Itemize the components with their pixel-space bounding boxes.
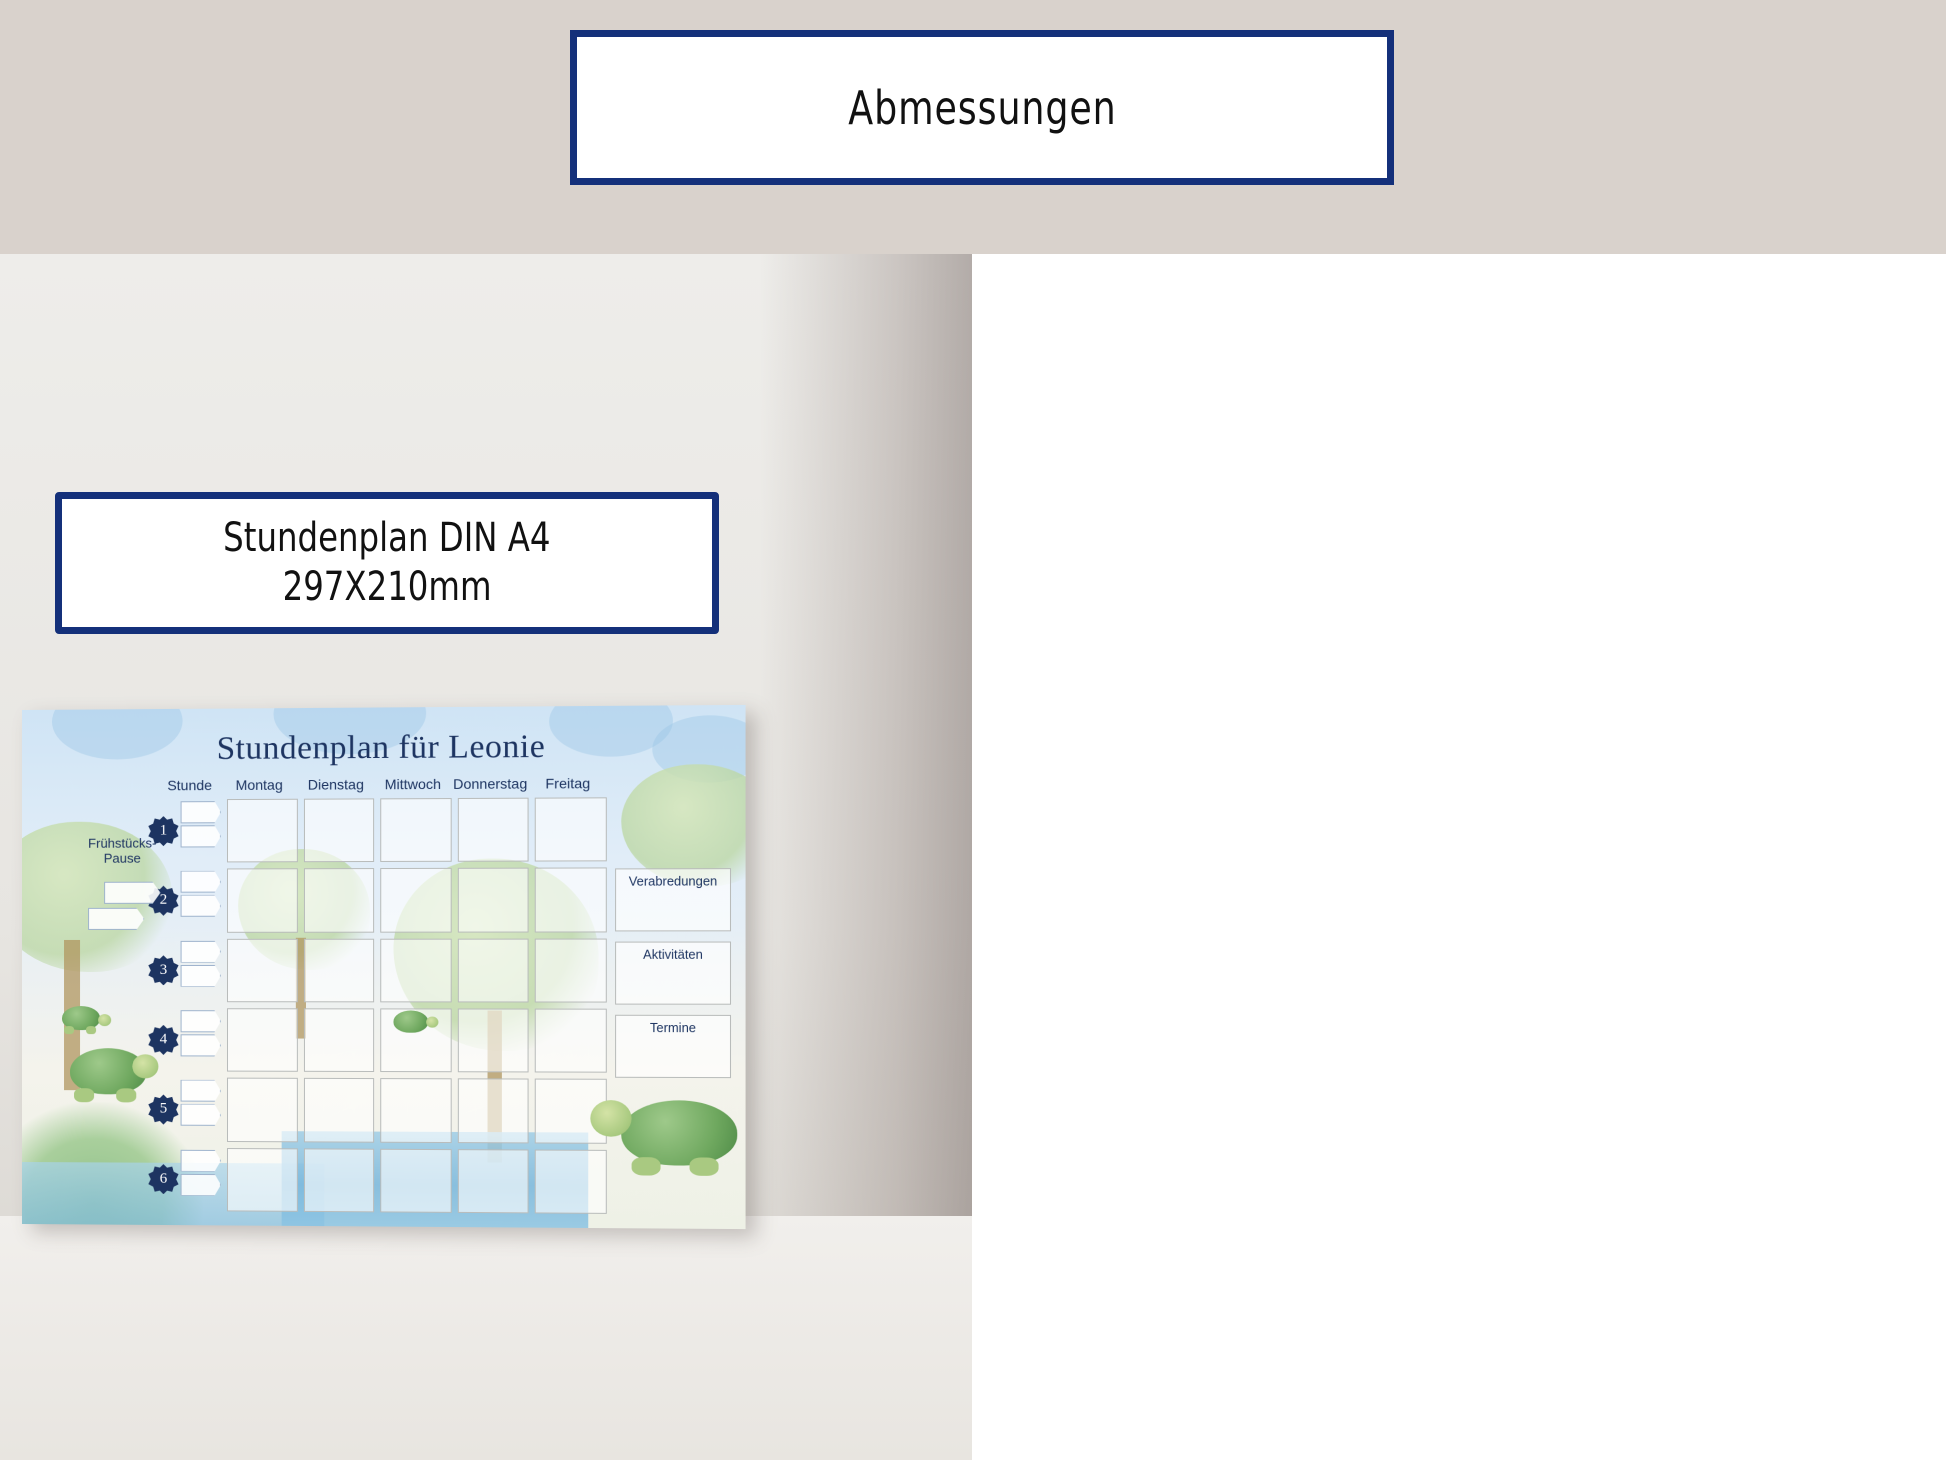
turtle-large-left: [54, 1038, 164, 1108]
left-section-title-box: Stundenplan DIN A4 297X210mm: [55, 492, 719, 634]
timetable-cell: [535, 938, 607, 1003]
hour-tag-bottom: [181, 1034, 221, 1056]
hour-tag-top: [181, 801, 221, 823]
side-box-aktivitaeten: Aktivitäten: [615, 941, 732, 1005]
timetable-cell: [457, 1078, 529, 1144]
hour-tag-top: [181, 1149, 221, 1171]
breakfast-break-line2: Pause: [103, 850, 141, 867]
timetable-cell: [380, 868, 452, 933]
hour-tag-bottom: [181, 895, 221, 917]
poster-title: Stundenplan für Leonie: [216, 728, 546, 767]
timetable-hour-cell: 5: [158, 1078, 221, 1142]
timetable-cell: [457, 1148, 529, 1214]
right-product-panel: Stundenplan-Kärtchen 2,7x2,7cm ABCDeutsc…: [972, 254, 1946, 1460]
timetable-cell: [303, 1148, 375, 1213]
timetable-cell: [303, 1008, 375, 1073]
timetable-cell: [457, 1008, 529, 1073]
hour-tag-bottom: [181, 965, 221, 987]
left-section-title: Stundenplan DIN A4: [223, 515, 551, 562]
hour-tag-bottom: [181, 1104, 221, 1126]
timetable-cell: [226, 868, 298, 933]
left-product-panel: Stundenplan DIN A4 297X210mm Stundenplan…: [0, 254, 972, 1460]
timetable-poster: Stundenplan für Leonie Stunde Montag Die…: [22, 704, 746, 1230]
hour-tag-bottom: [181, 825, 221, 847]
side-box-verabredungen: Verabredungen: [615, 868, 732, 932]
timetable-cell: [380, 798, 452, 863]
timetable-cell: [226, 938, 298, 1003]
timetable-hour-cell: 6: [158, 1147, 221, 1211]
header-band: Abmessungen: [0, 0, 1946, 254]
left-section-dimensions: 297X210mm: [282, 564, 492, 610]
timetable-grid: 123456: [158, 797, 607, 1214]
timetable-cell: [380, 938, 452, 1003]
column-header-stunde: Stunde: [167, 777, 213, 794]
column-header-dienstag: Dienstag: [307, 776, 364, 793]
timetable-hour-cell: 3: [158, 939, 221, 1003]
poster-side-boxes: Verabredungen Aktivitäten Termine: [615, 868, 732, 1088]
breakfast-break-label: Frühstücks- Pause: [74, 835, 170, 867]
turtle-small-mid: [385, 1006, 442, 1038]
timetable-cell: [457, 797, 529, 863]
column-header-donnerstag: Donnerstag: [453, 775, 528, 792]
header-title-box: Abmessungen: [570, 30, 1394, 185]
turtle-large-right: [586, 1082, 745, 1185]
timetable-cell: [303, 1078, 375, 1143]
breakfast-tag-a: [104, 882, 160, 904]
turtle-small-left: [52, 1002, 112, 1036]
breakfast-break-line1: Frühstücks-: [88, 835, 157, 851]
hour-tag-bottom: [181, 1174, 221, 1196]
column-header-montag: Montag: [235, 776, 283, 793]
timetable-cell: [303, 798, 375, 863]
timetable-cell: [457, 867, 529, 933]
hour-tag-top: [181, 941, 221, 963]
side-box-termine: Termine: [615, 1014, 732, 1079]
timetable-cell: [380, 1148, 452, 1213]
timetable-cell: [535, 1008, 607, 1074]
hour-tag-top: [181, 1080, 221, 1102]
timetable-cell: [535, 867, 607, 933]
timetable-hour-cell: 2: [158, 869, 221, 933]
timetable-cell: [303, 868, 375, 933]
timetable-cell: [226, 1008, 298, 1073]
wall-shadow: [760, 254, 972, 1216]
timetable-cell: [535, 797, 607, 862]
timetable-cell: [226, 1147, 298, 1212]
page-title: Abmessungen: [847, 80, 1117, 135]
timetable-cell: [303, 938, 375, 1003]
timetable-hour-cell: 4: [158, 1008, 221, 1072]
hour-tag-top: [181, 1010, 221, 1032]
breakfast-tag-b: [88, 908, 144, 930]
timetable-cell: [380, 1078, 452, 1143]
timetable-column-headers: Stunde Montag Dienstag Mittwoch Donnerst…: [158, 775, 606, 793]
floor-background: [0, 1216, 972, 1460]
hour-tag-top: [181, 871, 221, 893]
timetable-cell: [457, 938, 529, 1003]
timetable-cell: [226, 798, 298, 863]
timetable-cell: [226, 1077, 298, 1142]
column-header-mittwoch: Mittwoch: [384, 775, 442, 793]
column-header-freitag: Freitag: [545, 775, 591, 792]
